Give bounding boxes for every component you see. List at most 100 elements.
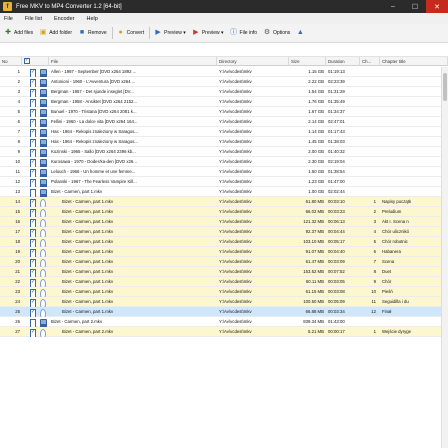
row-checkbox[interactable] [30, 179, 36, 187]
table-row[interactable]: 11 Lelouch - 1966 - Un homme et une femme… [0, 167, 448, 177]
preview-output-button[interactable]: ▶ Preview ▾ [191, 26, 225, 40]
table-row[interactable]: 6 Fellini - 1960 - La dolce vita [DVD x26… [0, 117, 448, 127]
row-checkbox[interactable] [30, 129, 36, 137]
row-checkbox[interactable] [30, 139, 36, 147]
table-row[interactable]: 12 Polanski - 1967 - The Fearless Vampire… [0, 177, 448, 187]
preview-button[interactable]: ▶ Preview ▾ [153, 26, 187, 40]
table-row[interactable]: 5 Bunuel - 1970 - Tristana [DVD x264 2081… [0, 107, 448, 117]
row-checkbox[interactable] [30, 209, 36, 217]
table-row[interactable]: 24 Bizet - Carmen, part 1.mkv Y:\Av\vcdest… [0, 297, 448, 307]
table-row[interactable]: 10 Kurosawa - 1970 - Dodes'ka-den [DVD x2… [0, 157, 448, 167]
row-checkbox-cell[interactable] [30, 97, 38, 107]
column-header-size[interactable]: Size [289, 57, 326, 66]
table-row[interactable]: 14 Bizet - Carmen, part 1.mkv Y:\Av\vcdest… [0, 197, 448, 207]
table-row[interactable]: 7 Has - 1964 - Rekopis znaleziony w Sarag… [0, 127, 448, 137]
row-checkbox[interactable] [30, 69, 36, 77]
column-header-check[interactable] [22, 57, 49, 66]
row-checkbox-cell[interactable] [30, 77, 38, 87]
row-checkbox-cell[interactable] [30, 327, 38, 337]
table-row[interactable]: 27 Bizet - Carmen, part 2.mkv Y:\Av\vcdest… [0, 327, 448, 337]
table-row[interactable]: 19 Bizet - Carmen, part 1.mkv Y:\Av\vcdest… [0, 247, 448, 257]
table-row[interactable]: 4 Bergman - 1958 - Ansiktet [DVD x264 215… [0, 97, 448, 107]
column-header-file[interactable]: File [49, 57, 217, 66]
menu-help[interactable]: Help [87, 16, 98, 22]
column-header-chapter-title[interactable]: Chapter title [380, 57, 448, 66]
table-row[interactable]: 26 Bizet - Carmen, part 2.mkv Y:\Av\vcdest… [0, 317, 448, 327]
table-row[interactable]: 21 Bizet - Carmen, part 1.mkv Y:\Av\vcdest… [0, 267, 448, 277]
table-row[interactable]: 9 Kozinski - 1965 - Sallo [DVD x264 2396 … [0, 147, 448, 157]
table-row[interactable]: 13 Bizet - Carmen, part 1.mkv Y:\Av\vcdest… [0, 187, 448, 197]
row-checkbox-cell[interactable] [30, 297, 38, 307]
menu-encoder[interactable]: Encoder [54, 16, 75, 22]
row-checkbox[interactable] [30, 99, 36, 107]
table-row[interactable]: 15 Bizet - Carmen, part 1.mkv Y:\Av\vcdest… [0, 207, 448, 217]
row-checkbox[interactable] [30, 109, 36, 117]
row-checkbox-cell[interactable] [30, 67, 38, 77]
menu-file-list[interactable]: File list [25, 16, 42, 22]
row-checkbox-cell[interactable] [30, 277, 38, 287]
maximize-button[interactable]: ☐ [404, 0, 426, 13]
row-checkbox-cell[interactable] [30, 247, 38, 257]
row-checkbox-cell[interactable] [30, 217, 38, 227]
row-checkbox-cell[interactable] [30, 117, 38, 127]
row-checkbox-cell[interactable] [30, 227, 38, 237]
table-row[interactable]: 2 Antonioni - 1960 - L'Avventura [DVD x26… [0, 77, 448, 87]
row-checkbox[interactable] [30, 219, 36, 227]
row-checkbox[interactable] [30, 159, 36, 167]
row-checkbox-cell[interactable] [30, 137, 38, 147]
row-checkbox-cell[interactable] [30, 237, 38, 247]
row-checkbox-cell[interactable] [30, 107, 38, 117]
row-checkbox-cell[interactable] [30, 157, 38, 167]
table-row[interactable]: 23 Bizet - Carmen, part 1.mkv Y:\Av\vcdest… [0, 287, 448, 297]
row-checkbox-cell[interactable] [30, 127, 38, 137]
row-checkbox-cell[interactable] [30, 317, 38, 327]
row-checkbox-cell[interactable] [30, 87, 38, 97]
row-checkbox[interactable] [30, 199, 36, 207]
column-header-duration[interactable]: Duration [326, 57, 360, 66]
row-checkbox-cell[interactable] [30, 257, 38, 267]
column-header-chapter-no[interactable]: Ch... [360, 57, 380, 66]
row-checkbox-cell[interactable] [30, 167, 38, 177]
row-checkbox[interactable] [30, 289, 36, 297]
row-checkbox[interactable] [30, 239, 36, 247]
row-checkbox[interactable] [30, 189, 36, 197]
row-checkbox-cell[interactable] [30, 267, 38, 277]
row-checkbox[interactable] [30, 269, 36, 277]
add-files-button[interactable]: ✚ Add files [3, 26, 34, 40]
row-checkbox-cell[interactable] [30, 197, 38, 207]
row-checkbox[interactable] [30, 229, 36, 237]
table-row[interactable]: 25 Bizet - Carmen, part 1.mkv Y:\Av\vcdest… [0, 307, 448, 317]
convert-button[interactable]: ● Convert [116, 26, 146, 40]
row-checkbox[interactable] [30, 299, 36, 307]
row-checkbox[interactable] [30, 329, 36, 337]
add-folder-button[interactable]: ▣ Add folder [38, 26, 73, 40]
row-checkbox-cell[interactable] [30, 287, 38, 297]
column-header-no[interactable]: No [0, 57, 22, 66]
row-checkbox-cell[interactable] [30, 307, 38, 317]
file-info-button[interactable]: ⓘ File info [229, 26, 259, 40]
row-checkbox[interactable] [30, 279, 36, 287]
row-checkbox-cell[interactable] [30, 177, 38, 187]
menu-file[interactable]: File [4, 16, 13, 22]
table-row[interactable]: 20 Bizet - Carmen, part 1.mkv Y:\Av\vcdest… [0, 257, 448, 267]
row-checkbox-cell[interactable] [30, 207, 38, 217]
row-checkbox[interactable] [30, 89, 36, 97]
row-checkbox-cell[interactable] [30, 187, 38, 197]
row-checkbox[interactable] [30, 149, 36, 157]
table-row[interactable]: 18 Bizet - Carmen, part 1.mkv Y:\Av\vcdest… [0, 237, 448, 247]
options-button[interactable]: ⚙ Options [262, 26, 291, 40]
row-checkbox[interactable] [30, 249, 36, 257]
table-row[interactable]: 1 Allen - 1987 - September [DVD x264 1892… [0, 67, 448, 77]
row-checkbox[interactable] [30, 119, 36, 127]
select-all-checkbox[interactable] [24, 57, 30, 65]
table-row[interactable]: 17 Bizet - Carmen, part 1.mkv Y:\Av\vcdest… [0, 227, 448, 237]
row-checkbox-cell[interactable] [30, 147, 38, 157]
row-checkbox[interactable] [30, 319, 36, 327]
table-row[interactable]: 22 Bizet - Carmen, part 1.mkv Y:\Av\vcdest… [0, 277, 448, 287]
row-checkbox[interactable] [30, 259, 36, 267]
table-row[interactable]: 16 Bizet - Carmen, part 1.mkv Y:\Av\vcdest… [0, 217, 448, 227]
remove-button[interactable]: ■ Remove [77, 26, 108, 40]
table-row[interactable]: 3 Bergman - 1957 - Det sjunde inseglet [D… [0, 87, 448, 97]
column-header-directory[interactable]: Directory [217, 57, 289, 66]
row-checkbox[interactable] [30, 79, 36, 87]
